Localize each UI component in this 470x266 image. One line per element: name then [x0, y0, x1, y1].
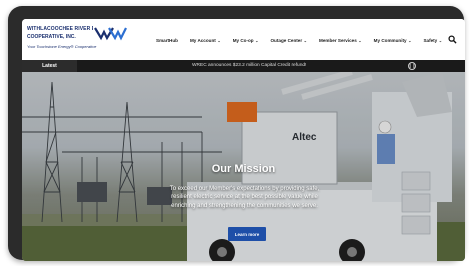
news-ticker: Latest WREC announces $23.2 million Capi…: [22, 60, 465, 72]
chevron-down-icon: ⌄: [358, 37, 362, 43]
nav-safety[interactable]: Safety ⌄: [423, 35, 442, 45]
nav-smarthub-label: SmartHub: [156, 37, 178, 43]
main-menu: SmartHub My Account ⌄ My Co-op ⌄ Outage Ce…: [156, 35, 454, 45]
nav-outage-center[interactable]: Outage Center ⌄: [270, 35, 307, 45]
device-frame: WITHLACOOCHEE RIVER ELECTRIC COOPERATIVE…: [8, 6, 465, 261]
search-icon[interactable]: [448, 35, 457, 44]
nav-my-coop[interactable]: My Co-op ⌄: [233, 35, 259, 45]
chevron-down-icon: ⌄: [303, 37, 307, 43]
chevron-down-icon: ⌄: [217, 37, 221, 43]
nav-outage-center-label: Outage Center: [270, 37, 303, 43]
nav-my-account[interactable]: My Account ⌄: [190, 35, 221, 45]
nav-smarthub[interactable]: SmartHub: [156, 35, 178, 45]
nav-my-community[interactable]: My Community ⌄: [374, 35, 412, 45]
nav-member-services-label: Member Services: [319, 37, 357, 43]
logo-name-line2: COOPERATIVE, INC.: [27, 34, 76, 40]
learn-more-button[interactable]: Learn more: [228, 227, 266, 241]
hero-mission-text: To exceed our Member's expectations by p…: [169, 186, 320, 209]
chevron-down-icon: ⌄: [255, 37, 259, 43]
nav-my-coop-label: My Co-op: [232, 37, 254, 43]
ticker-message-link[interactable]: WREC announces $23.2 million Capital Cre…: [192, 63, 306, 68]
logo-tagline: Your Touchstone Energy® Cooperative: [27, 44, 97, 49]
chevron-down-icon: ⌄: [438, 37, 443, 43]
nav-member-services[interactable]: Member Services ⌄: [319, 35, 362, 45]
ticker-label: Latest: [22, 60, 77, 72]
top-navigation: WITHLACOOCHEE RIVER ELECTRIC COOPERATIVE…: [22, 19, 465, 60]
pause-icon[interactable]: ❙❙: [408, 62, 416, 70]
chevron-down-icon: ⌄: [408, 37, 412, 43]
nav-my-account-label: My Account: [189, 37, 216, 43]
hero-title: Our Mission: [211, 163, 276, 175]
browser-screen: WITHLACOOCHEE RIVER ELECTRIC COOPERATIVE…: [22, 19, 465, 261]
nav-my-community-label: My Community: [373, 37, 407, 43]
site-logo[interactable]: WITHLACOOCHEE RIVER ELECTRIC COOPERATIVE…: [25, 24, 131, 55]
nav-safety-label: Safety: [423, 37, 438, 43]
logo-emblem-icon: [93, 25, 127, 41]
